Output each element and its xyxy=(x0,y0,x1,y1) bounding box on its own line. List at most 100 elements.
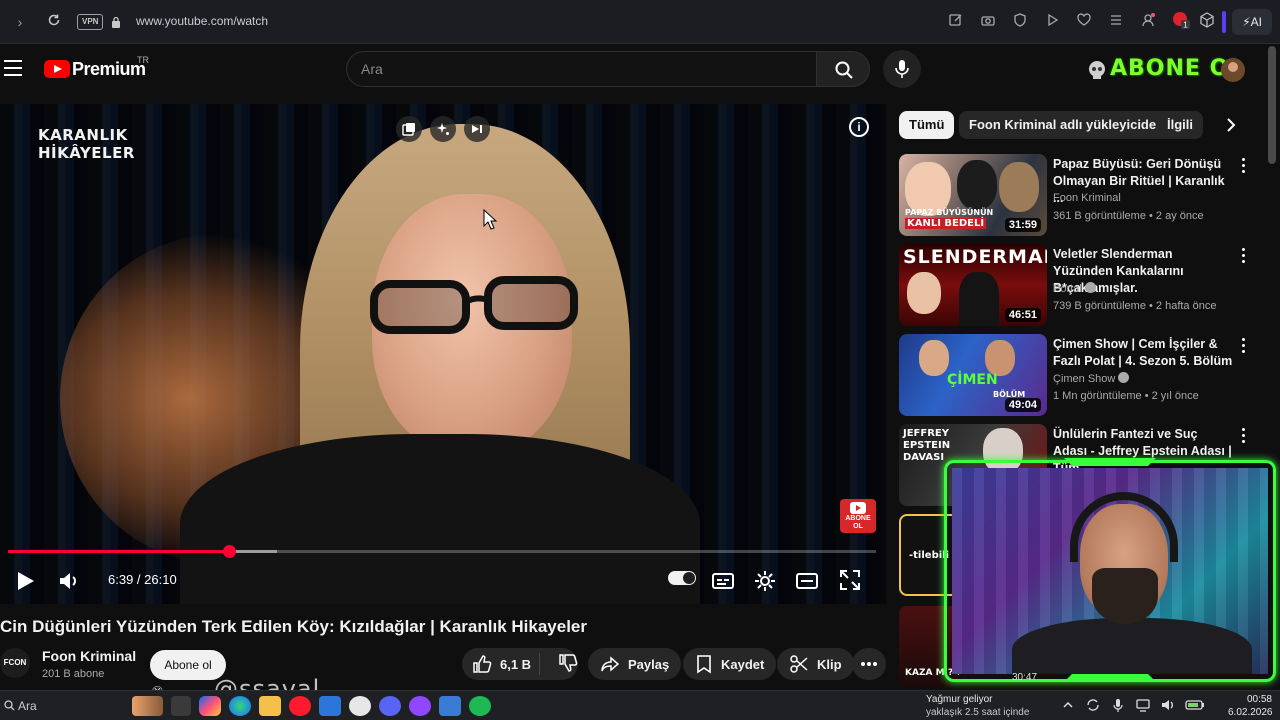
progress-played xyxy=(8,550,230,553)
chip-all[interactable]: Tümü xyxy=(899,111,955,139)
taskbar-search[interactable]: Ara xyxy=(4,696,124,716)
sparkle-icon[interactable] xyxy=(430,116,456,142)
recommendation-item[interactable]: ÇİMEN BÖLÜM 49:04 Çimen Show | Cem İşçil… xyxy=(899,334,1259,416)
speaker-icon[interactable] xyxy=(1160,697,1176,713)
subscribe-watermark-badge[interactable]: ABONE OL xyxy=(840,499,876,533)
recommendation-channel[interactable]: Foon Kriminal xyxy=(1053,192,1121,204)
fullscreen-icon[interactable] xyxy=(840,570,860,590)
app-widget-icon[interactable] xyxy=(132,696,163,716)
voice-search-button[interactable] xyxy=(883,50,921,88)
like-count: 6,1 B xyxy=(500,656,532,672)
more-vertical-icon[interactable] xyxy=(1242,428,1246,444)
autoplay-toggle[interactable] xyxy=(668,571,696,585)
more-vertical-icon[interactable] xyxy=(1242,158,1246,174)
recommendation-item[interactable]: PAPAZ BÜYÜSÜNÜN KANLI BEDELİ 31:59 Papaz… xyxy=(899,154,1259,236)
twitch-icon[interactable] xyxy=(409,696,431,716)
heart-icon[interactable] xyxy=(1076,12,1096,32)
video-frame-glasses xyxy=(370,276,578,334)
video-player[interactable]: KARANLIK HİKÂYELER i ABONE OL 6:39 / 26:… xyxy=(0,104,886,604)
edit-icon[interactable] xyxy=(948,12,968,32)
reload-icon[interactable] xyxy=(44,12,64,32)
save-button[interactable]: Kaydet xyxy=(683,648,777,680)
ai-button[interactable]: ⚡AI xyxy=(1232,9,1272,35)
subscriber-count: 201 B abone xyxy=(42,668,105,680)
microphone-icon[interactable] xyxy=(1110,697,1126,713)
search-input[interactable] xyxy=(347,52,816,86)
obs-icon[interactable] xyxy=(349,696,371,716)
battery-icon[interactable] xyxy=(1185,697,1204,713)
spotify-icon[interactable] xyxy=(469,696,491,716)
recommendation-thumbnail[interactable]: PAPAZ BÜYÜSÜNÜN KANLI BEDELİ 31:59 xyxy=(899,154,1047,236)
recommendation-item[interactable]: SLENDERMAN 46:51 Veletler Slenderman Yüz… xyxy=(899,244,1259,326)
edge-icon[interactable] xyxy=(229,696,251,716)
recommendation-thumbnail[interactable]: SLENDERMAN 46:51 xyxy=(899,244,1047,326)
youtube-brand-text[interactable]: Premium xyxy=(72,59,146,80)
like-button[interactable]: 6,1 B xyxy=(462,653,540,675)
play-outline-icon[interactable] xyxy=(1044,12,1064,32)
chip-from-uploader[interactable]: Foon Kriminal adlı yükleyiciden xyxy=(959,111,1175,139)
lock-icon[interactable] xyxy=(111,15,121,28)
profile-icon[interactable] xyxy=(1140,12,1160,32)
skip-icon[interactable] xyxy=(464,116,490,142)
outlook-icon[interactable] xyxy=(319,696,341,716)
search-button[interactable] xyxy=(816,51,870,87)
menu-icon[interactable] xyxy=(4,60,22,76)
save-label: Kaydet xyxy=(721,656,765,672)
extension-red-icon[interactable]: 1 xyxy=(1170,9,1192,36)
forward-icon[interactable]: › xyxy=(10,12,30,32)
more-actions-button[interactable] xyxy=(852,648,886,680)
camera-icon[interactable] xyxy=(980,12,1000,32)
browser-toolbar: › VPN www.youtube.com/watch 1 ⚡AI xyxy=(0,0,1280,44)
page-scrollbar[interactable] xyxy=(1268,46,1276,164)
chip-related[interactable]: İlgili xyxy=(1157,111,1203,139)
app-cube-icon[interactable] xyxy=(439,696,461,716)
vpn-badge[interactable]: VPN xyxy=(77,14,104,30)
app-explorer-thumbnail-icon[interactable] xyxy=(171,696,191,716)
recommendation-title[interactable]: Çimen Show | Cem İşçiler & Fazlı Polat |… xyxy=(1053,336,1233,370)
chevron-right-icon[interactable] xyxy=(1222,115,1240,135)
play-icon[interactable] xyxy=(16,570,36,592)
opera-icon[interactable] xyxy=(289,696,311,716)
progress-bar[interactable] xyxy=(8,545,876,558)
chevron-up-icon[interactable] xyxy=(1060,697,1076,713)
volume-icon[interactable] xyxy=(58,570,80,592)
recommendation-channel[interactable]: Portal xyxy=(1053,282,1096,295)
player-overlay-buttons xyxy=(396,116,490,142)
video-title: Cin Düğünleri Yüzünden Terk Edilen Köy: … xyxy=(0,617,587,636)
settings-gear-icon[interactable] xyxy=(754,570,776,592)
theater-mode-icon[interactable] xyxy=(796,570,818,592)
more-vertical-icon[interactable] xyxy=(1242,338,1246,354)
more-horizontal-icon xyxy=(861,662,877,666)
file-explorer-icon[interactable] xyxy=(259,696,281,716)
clip-button[interactable]: Klip xyxy=(777,648,854,680)
taskbar-clock[interactable]: 00:58 6.02.2026 xyxy=(1228,693,1273,719)
channel-name[interactable]: Foon Kriminal xyxy=(42,648,136,664)
sync-icon[interactable] xyxy=(1085,697,1101,713)
channel-avatar[interactable]: FCON xyxy=(0,648,30,678)
network-icon[interactable] xyxy=(1135,697,1151,713)
clock-time: 00:58 xyxy=(1246,694,1272,705)
weather-widget[interactable]: Yağmur geliyor yaklaşık 2.5 saat içinde xyxy=(926,693,1029,719)
discord-icon[interactable] xyxy=(379,696,401,716)
list-icon[interactable] xyxy=(1108,12,1128,32)
youtube-logo-icon[interactable] xyxy=(44,60,70,78)
recommendation-channel[interactable]: Çimen Show xyxy=(1053,372,1130,385)
thumb-text-line3: DAVASI xyxy=(903,452,945,463)
abone-ol-overlay: ABONE OL xyxy=(1086,54,1246,86)
recommendation-thumbnail[interactable]: ÇİMEN BÖLÜM 49:04 xyxy=(899,334,1047,416)
share-label: Paylaş xyxy=(628,656,670,672)
dislike-button[interactable] xyxy=(548,653,578,676)
shield-icon[interactable] xyxy=(1012,12,1032,32)
subtitles-icon[interactable] xyxy=(712,570,734,592)
share-button[interactable]: Paylaş xyxy=(588,648,682,680)
browser-action-icons xyxy=(948,12,1160,32)
copilot-icon[interactable] xyxy=(199,696,221,716)
channel-watermark-line2: HİKÂYELER xyxy=(38,144,135,162)
verified-icon xyxy=(1118,372,1130,383)
info-icon[interactable]: i xyxy=(849,117,869,137)
address-bar[interactable]: www.youtube.com/watch xyxy=(136,14,268,28)
more-vertical-icon[interactable] xyxy=(1242,248,1246,264)
thumb-text-line1: -tilebili xyxy=(909,550,950,561)
miniplayer-icon[interactable] xyxy=(396,116,422,142)
cube-icon[interactable] xyxy=(1198,11,1216,34)
